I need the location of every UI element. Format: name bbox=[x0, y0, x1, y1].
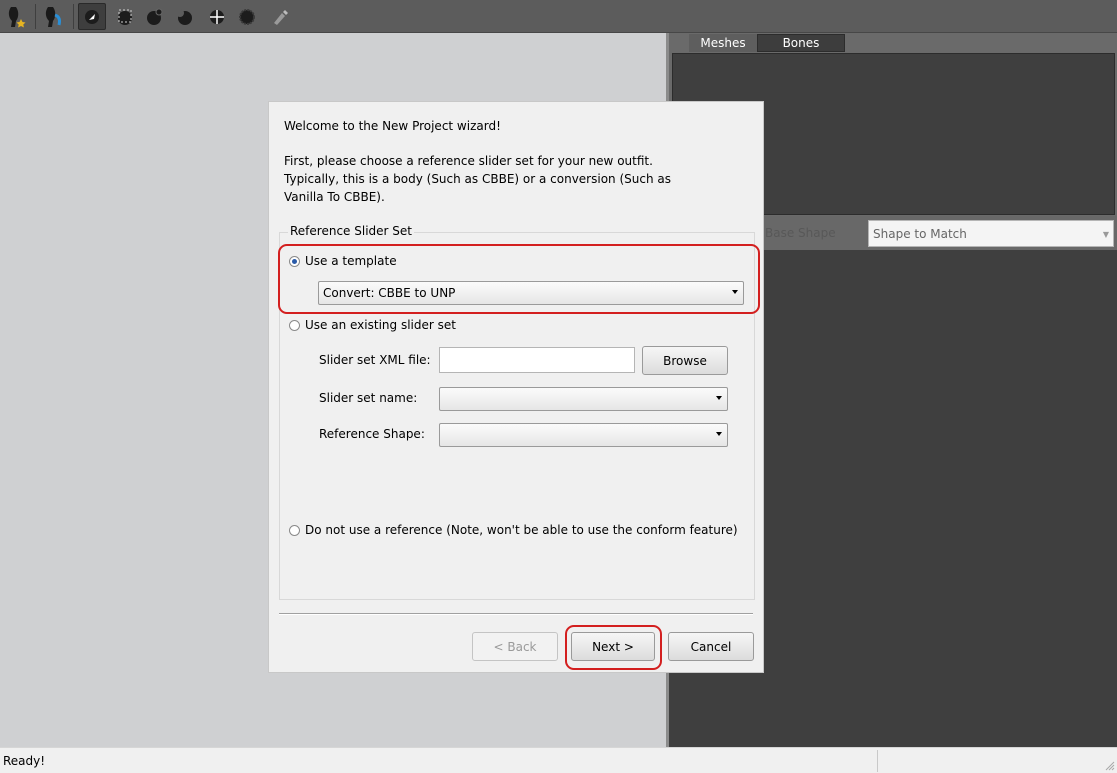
new-project-wizard: Welcome to the New Project wizard! First… bbox=[268, 101, 764, 673]
shape-select-value: Shape to Match bbox=[873, 226, 967, 241]
intro-line-3: Vanilla To CBBE). bbox=[284, 190, 385, 204]
group-title: Reference Slider Set bbox=[288, 224, 414, 238]
slider-set-name-select[interactable] bbox=[439, 387, 728, 411]
status-divider bbox=[877, 750, 878, 772]
smooth-brush-icon[interactable] bbox=[233, 3, 261, 30]
select-tool-icon[interactable] bbox=[78, 3, 106, 30]
xml-file-label: Slider set XML file: bbox=[319, 353, 431, 367]
radio-unchecked-icon bbox=[289, 319, 300, 331]
cancel-button[interactable]: Cancel bbox=[668, 632, 754, 661]
reference-shape-label: Reference Shape: bbox=[319, 427, 425, 441]
status-bar: Ready! bbox=[0, 747, 1117, 773]
tab-meshes[interactable]: Meshes bbox=[689, 34, 757, 52]
shape-select[interactable]: Shape to Match ▼ bbox=[868, 220, 1114, 247]
annotation-highlight-next bbox=[565, 625, 662, 670]
intro-line-1: First, please choose a reference slider … bbox=[284, 154, 653, 168]
status-text: Ready! bbox=[3, 754, 46, 768]
chevron-down-icon bbox=[716, 396, 722, 400]
intro-line-2: Typically, this is a body (Such as CBBE)… bbox=[284, 172, 671, 186]
radio-use-existing[interactable]: Use an existing slider set bbox=[289, 318, 456, 332]
toolbar-separator bbox=[35, 4, 36, 29]
radio-no-reference-label: Do not use a reference (Note, won't be a… bbox=[305, 523, 738, 537]
new-project-icon[interactable] bbox=[3, 3, 31, 30]
intro-welcome: Welcome to the New Project wizard! bbox=[284, 119, 501, 133]
radio-use-existing-label: Use an existing slider set bbox=[305, 318, 456, 332]
slider-set-name-label: Slider set name: bbox=[319, 391, 418, 405]
radio-no-reference[interactable]: Do not use a reference (Note, won't be a… bbox=[289, 523, 738, 537]
inflate-brush-icon[interactable] bbox=[141, 3, 169, 30]
divider bbox=[279, 613, 753, 615]
move-brush-icon[interactable] bbox=[203, 3, 231, 30]
base-shape-label: Base Shape bbox=[765, 226, 836, 240]
panel-tabs: Meshes Bones bbox=[669, 33, 1117, 52]
weight-brush-icon[interactable] bbox=[266, 3, 294, 30]
resize-grip-icon[interactable] bbox=[1105, 761, 1115, 771]
toolbar bbox=[0, 0, 1117, 33]
deflate-brush-icon[interactable] bbox=[171, 3, 199, 30]
xml-file-input[interactable] bbox=[439, 347, 635, 373]
toolbar-separator bbox=[73, 4, 74, 29]
mask-brush-icon[interactable] bbox=[111, 3, 139, 30]
reference-shape-select[interactable] bbox=[439, 423, 728, 447]
back-button[interactable]: < Back bbox=[472, 632, 558, 661]
annotation-highlight-template bbox=[278, 244, 760, 314]
chevron-down-icon bbox=[716, 432, 722, 436]
radio-unchecked-icon bbox=[289, 524, 300, 536]
load-outfit-icon[interactable] bbox=[40, 3, 68, 30]
chevron-down-icon: ▼ bbox=[1102, 230, 1109, 239]
browse-button[interactable]: Browse bbox=[642, 346, 728, 375]
tab-bones[interactable]: Bones bbox=[757, 34, 845, 52]
